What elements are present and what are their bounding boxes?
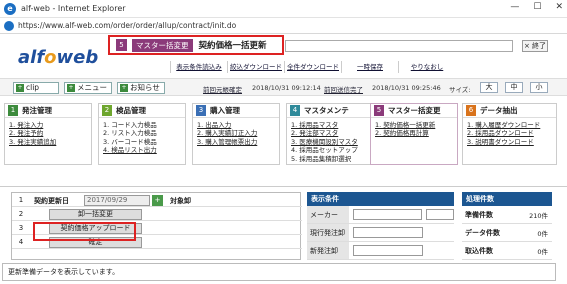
link-redo[interactable]: やりなおし (398, 61, 455, 73)
menu-item[interactable]: 3. バーコード検品 (103, 138, 185, 146)
size-small-button[interactable]: 小 (530, 82, 548, 93)
new-wholesaler-label: 新発注卸 (307, 242, 349, 259)
menu-item[interactable]: 4. 検品リスト出力 (103, 146, 185, 154)
filter-title: 表示条件 (307, 192, 454, 206)
current-wholesaler-select[interactable] (353, 227, 423, 238)
breadcrumb-section: マスター括変更 (132, 38, 193, 52)
minimize-icon[interactable]: — (510, 2, 519, 12)
panel-master: 4 マスタメンテ 1. 採用品マスタ 2. 発注部マスタ 3. 医療機関設別マスタ 4.… (286, 103, 374, 165)
address-bar[interactable]: https://www.alf-web.com/order/order/allu… (0, 18, 567, 34)
count-value: 0件 (537, 229, 548, 238)
link-load-conditions[interactable]: 表示条件読込み (170, 61, 227, 73)
plus-icon: + (16, 84, 24, 92)
panel-order: 1 発注管理 1. 発注入力 2. 発注予約 3. 発注実績追加 (4, 103, 92, 165)
page-title: 契約価格一括更新 (198, 41, 267, 51)
panel-purchase: 3 購入管理 1. 出品入力 2. 購入実績訂正入力 3. 購入管理帳票出力 (192, 103, 280, 165)
panel-inspection: 2 検品管理 1. コード入力検品 2. リスト入力検品 3. バーコード検品 4. 検… (98, 103, 186, 165)
maximize-icon[interactable]: ☐ (533, 2, 541, 12)
menu-item[interactable]: 3. 説明書ダウンロード (467, 138, 556, 146)
plus-icon: + (67, 84, 75, 92)
message-box (285, 40, 513, 52)
size-large-button[interactable]: 大 (480, 82, 498, 93)
menu-item[interactable]: 4. 採用品セットアップ (291, 146, 373, 154)
count-value: 0件 (537, 247, 548, 256)
action-links: 表示条件読込み 絞込ダウンロード 全件ダウンロード 一時保存 やりなおし (170, 61, 455, 73)
window-title: alf-web - Internet Explorer (21, 4, 126, 13)
window-titlebar: e alf-web - Internet Explorer — ☐ ✕ (0, 0, 567, 18)
panel-title: データ抽出 (480, 106, 518, 115)
maker-label: メーカー (307, 206, 349, 223)
menu-item[interactable]: 5. 採用品集積卸選択 (291, 155, 373, 163)
window-controls: — ☐ ✕ (510, 2, 563, 12)
status-bar: 更新準備データを表示しています。 (2, 263, 556, 281)
menu-item[interactable]: 3. 購入管理帳票出力 (197, 138, 279, 146)
target-wholesaler-label: 対象卸 (170, 197, 191, 205)
url-text[interactable]: https://www.alf-web.com/order/order/allu… (18, 21, 236, 30)
menu-item[interactable]: 3. 発注実績追加 (9, 138, 91, 146)
ie-icon: e (4, 2, 16, 15)
menu-item[interactable]: 2. 契約価格再計算 (375, 129, 457, 137)
end-button[interactable]: × 終了 (522, 40, 548, 52)
breadcrumb: 5 マスター括変更 契約価格一括更新 (108, 35, 284, 55)
panel-title: マスター括変更 (388, 106, 441, 115)
menu-item[interactable]: 2. 発注部マスタ (291, 129, 373, 137)
size-medium-button[interactable]: 中 (505, 82, 523, 93)
clip-button[interactable]: + clip (13, 82, 59, 94)
count-title: 処理件数 (462, 192, 552, 206)
count-section: 処理件数 準備件数 210件 データ件数 0件 取込件数 0件 (462, 192, 552, 260)
menu-item[interactable]: 3. 医療機関設別マスタ (291, 138, 373, 146)
link-temp-save[interactable]: 一時保存 (341, 61, 398, 73)
logo: alfoweb (18, 47, 99, 68)
menu-item[interactable]: 2. リスト入力検品 (103, 129, 185, 137)
highlight-frame (33, 222, 136, 241)
last-ledger-time: 2018/10/31 09:12:14 (252, 84, 321, 92)
nav-row: + clip + メニュー + お知らせ 前回元帳確定 2018/10/31 09:1… (0, 78, 567, 96)
plus-icon: + (120, 84, 128, 92)
menu-item[interactable]: 2. 採用品ダウンロード (467, 129, 556, 137)
panel-title: マスタメンテ (304, 106, 349, 115)
maker-code-input[interactable] (426, 209, 454, 220)
panel-title: 検品管理 (116, 106, 146, 115)
new-wholesaler-select[interactable] (353, 245, 423, 256)
panel-title: 発注管理 (22, 106, 52, 115)
notice-button[interactable]: + お知らせ (117, 82, 165, 94)
divider (0, 186, 567, 187)
panel-title: 購入管理 (210, 106, 240, 115)
bulk-wholesaler-change-button[interactable]: 卸一括変更 (49, 209, 142, 220)
update-date-label: 契約更新日 (34, 197, 69, 205)
globe-icon (4, 20, 14, 31)
table-row: 2 卸一括変更 (12, 207, 302, 221)
current-wholesaler-label: 現行発注卸 (307, 224, 349, 241)
last-ledger-link[interactable]: 前回元帳確定 (203, 84, 242, 94)
close-icon[interactable]: ✕ (555, 2, 563, 12)
table-row: 1 契約更新日 2017/09/29 + 対象卸 (12, 193, 302, 207)
menu-button[interactable]: + メニュー (64, 82, 112, 94)
link-all-download[interactable]: 全件ダウンロード (284, 61, 341, 73)
link-filter-download[interactable]: 絞込ダウンロード (227, 61, 284, 73)
menu-item[interactable]: 2. 購入実績訂正入力 (197, 129, 279, 137)
count-value: 210件 (529, 211, 548, 220)
menu-item[interactable]: 2. 発注予約 (9, 129, 91, 137)
calendar-icon[interactable]: + (152, 195, 163, 206)
filter-section: 表示条件 メーカー 現行発注卸 新発注卸 (307, 192, 454, 260)
last-send-link[interactable]: 前回送信完了 (324, 84, 363, 94)
last-send-time: 2018/10/31 09:25:46 (372, 84, 441, 92)
app-header: alfoweb 5 マスター括変更 契約価格一括更新 × 終了 表示条件読込み … (0, 35, 567, 77)
size-label: サイズ: (449, 86, 471, 94)
update-date-field[interactable]: 2017/09/29 (84, 195, 150, 206)
breadcrumb-number: 5 (116, 39, 127, 51)
panel-bulk-change: 5 マスター括変更 1. 契約価格一括更新 2. 契約価格再計算 (370, 103, 458, 165)
maker-select[interactable] (352, 209, 423, 220)
panel-data-extract: 6 データ抽出 1. 購入履歴ダウンロード 2. 採用品ダウンロード 3. 説明書ダウ… (462, 103, 557, 165)
